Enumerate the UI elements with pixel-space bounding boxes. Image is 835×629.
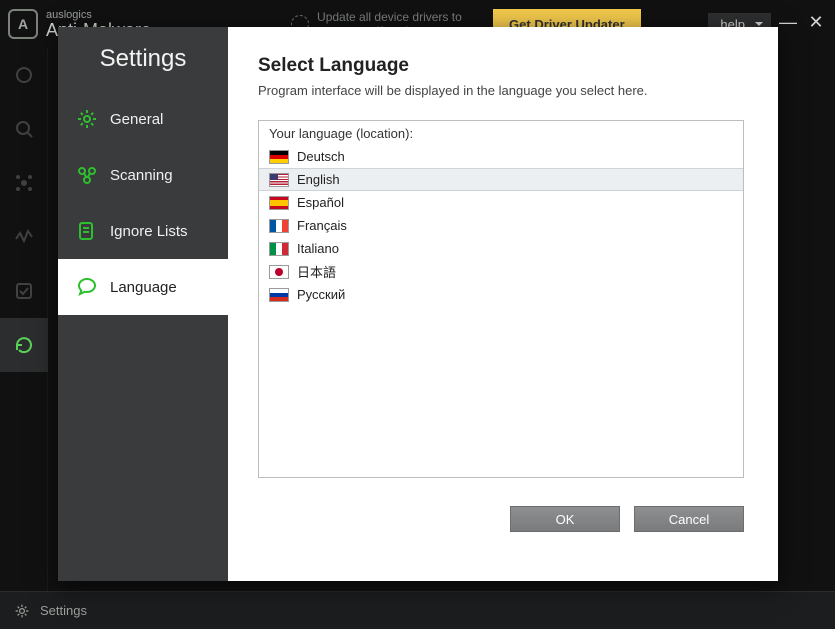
lang-row-it[interactable]: Italiano [259,237,743,260]
dialog-button-row: OK Cancel [258,506,744,532]
nav-scanning[interactable]: Scanning [58,147,228,203]
dialog-sidebar-title: Settings [58,45,228,73]
gear-icon [14,603,30,619]
flag-es-icon [269,196,289,210]
minimize-button[interactable]: — [777,13,799,35]
lang-row-fr[interactable]: Français [259,214,743,237]
settings-dialog: ✕ Settings General Scanning Ignore Lists… [58,27,778,581]
nav-language-label: Language [110,279,177,296]
left-toolstrip [0,48,48,591]
dialog-main: Select Language Program interface will b… [228,27,778,581]
lang-row-ja[interactable]: 日本語 [259,260,743,283]
language-listbox[interactable]: Your language (location): Deutsch Englis… [258,120,744,478]
page-desc: Program interface will be displayed in t… [258,83,744,98]
flag-jp-icon [269,265,289,279]
app-window: A auslogics Anti-Malware Update all devi… [0,0,835,629]
lang-label: Français [297,218,347,233]
tool-icon-2[interactable] [0,102,48,156]
list-icon [76,220,98,242]
lang-row-ru[interactable]: Русский [259,283,743,306]
tool-icon-3[interactable] [0,156,48,210]
lang-row-es[interactable]: Español [259,191,743,214]
close-dialog-button[interactable]: ✕ [752,33,770,59]
nav-general[interactable]: General [58,91,228,147]
speech-icon [76,276,98,298]
ok-button[interactable]: OK [510,506,620,532]
cancel-button[interactable]: Cancel [634,506,744,532]
nodes-icon [76,164,98,186]
dialog-sidebar: Settings General Scanning Ignore Lists L… [58,27,228,581]
flag-de-icon [269,150,289,164]
lang-row-en[interactable]: English [259,168,743,191]
app-logo-icon: A [8,9,38,39]
tool-icon-1[interactable] [0,48,48,102]
close-window-button[interactable]: ✕ [805,13,827,35]
lang-label: Italiano [297,241,339,256]
statusbar: Settings [0,591,835,629]
nav-ignore-lists[interactable]: Ignore Lists [58,203,228,259]
lang-label: Deutsch [297,149,345,164]
gear-icon [76,108,98,130]
lang-label: 日本語 [297,262,336,281]
nav-general-label: General [110,111,163,128]
nav-scanning-label: Scanning [110,167,173,184]
nav-language[interactable]: Language [58,259,228,315]
tool-icon-5[interactable] [0,264,48,318]
flag-ru-icon [269,288,289,302]
tool-icon-6[interactable] [0,318,48,372]
flag-it-icon [269,242,289,256]
nav-ignore-label: Ignore Lists [110,223,188,240]
page-title: Select Language [258,55,744,77]
lang-row-de[interactable]: Deutsch [259,145,743,168]
flag-fr-icon [269,219,289,233]
flag-us-icon [269,173,289,187]
listbox-label: Your language (location): [259,121,743,145]
tool-icon-4[interactable] [0,210,48,264]
lang-label: Русский [297,287,345,302]
lang-label: English [297,172,340,187]
brand-small: auslogics [46,10,151,21]
statusbar-settings-label[interactable]: Settings [40,603,87,618]
lang-label: Español [297,195,344,210]
